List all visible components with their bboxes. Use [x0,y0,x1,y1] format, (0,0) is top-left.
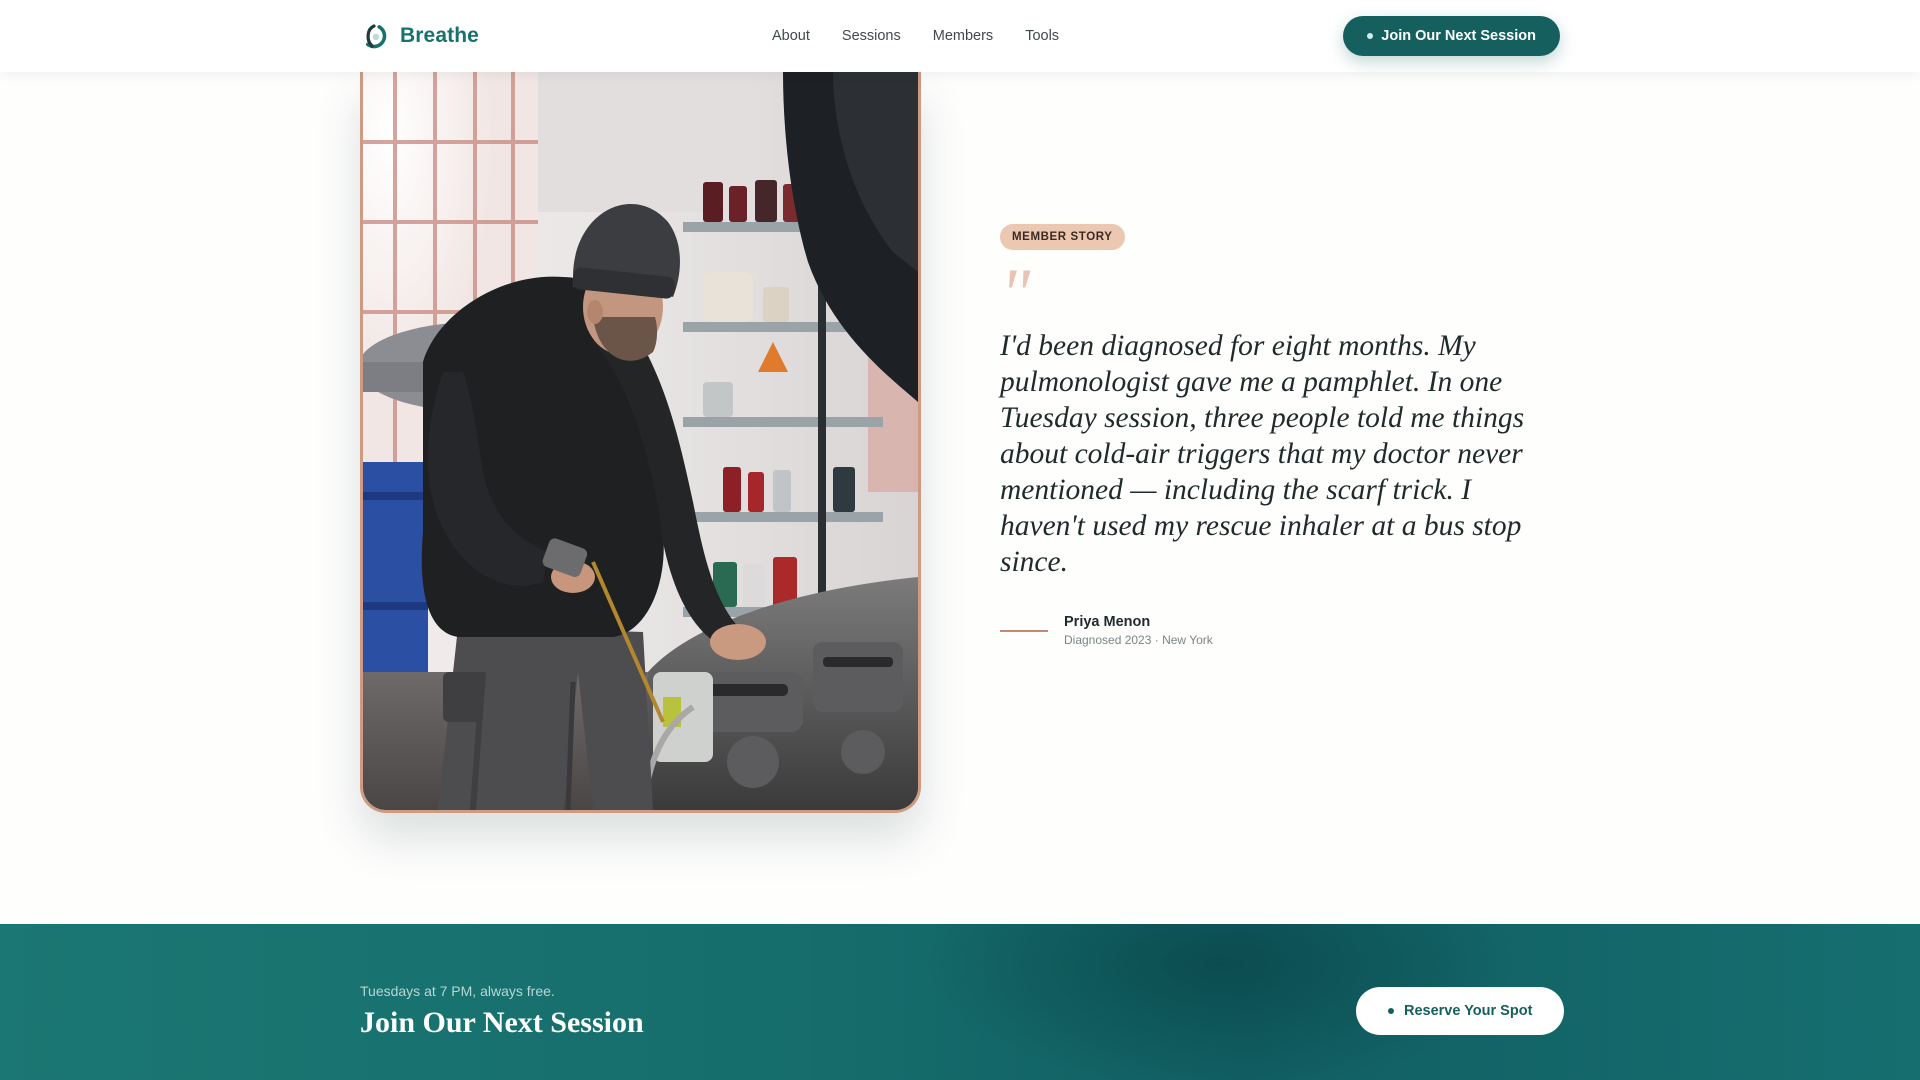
top-nav: Breathe About Sessions Members Tools Joi… [0,0,1920,72]
nav-link-members[interactable]: Members [933,28,993,44]
testimonial-author: Priya Menon Diagnosed 2023 · New York [1000,614,1560,647]
member-photo-card [360,72,921,813]
bullet-dot-icon [1388,1008,1394,1014]
join-session-button[interactable]: Join Our Next Session [1343,16,1560,56]
brand-name: Breathe [400,24,479,47]
quote-mark-icon: " [1000,258,1031,306]
nav-links: About Sessions Members Tools [772,0,1059,72]
author-name: Priya Menon [1064,614,1151,630]
reserve-spot-label: Reserve Your Spot [1404,1003,1533,1019]
cta-subtitle: Tuesdays at 7 PM, always free. [360,983,555,999]
brand-home-link[interactable]: Breathe [360,22,479,50]
join-session-label: Join Our Next Session [1381,28,1536,44]
author-meta: Diagnosed 2023 · New York [1064,633,1213,647]
cta-title: Join Our Next Session [360,1006,644,1039]
nav-link-about[interactable]: About [772,28,810,44]
breathe-logo-icon [361,23,387,49]
bullet-dot-icon [1367,33,1374,39]
author-divider [1000,629,1048,632]
nav-link-sessions[interactable]: Sessions [842,28,901,44]
mechanic-photo [363,72,918,810]
author-details: Priya Menon Diagnosed 2023 · New York [1064,614,1213,647]
nav-inner: Breathe About Sessions Members Tools Joi… [360,0,1560,72]
cta-band: Tuesdays at 7 PM, always free. Join Our … [0,924,1920,1080]
member-story-badge: MEMBER STORY [1000,224,1125,250]
nav-link-tools[interactable]: Tools [1025,28,1059,44]
testimonial-quote: I'd been diagnosed for eight months. My … [1000,330,1525,578]
reserve-spot-button[interactable]: Reserve Your Spot [1356,987,1565,1035]
member-story-section: MEMBER STORY " I'd been diagnosed for ei… [1000,224,1560,647]
